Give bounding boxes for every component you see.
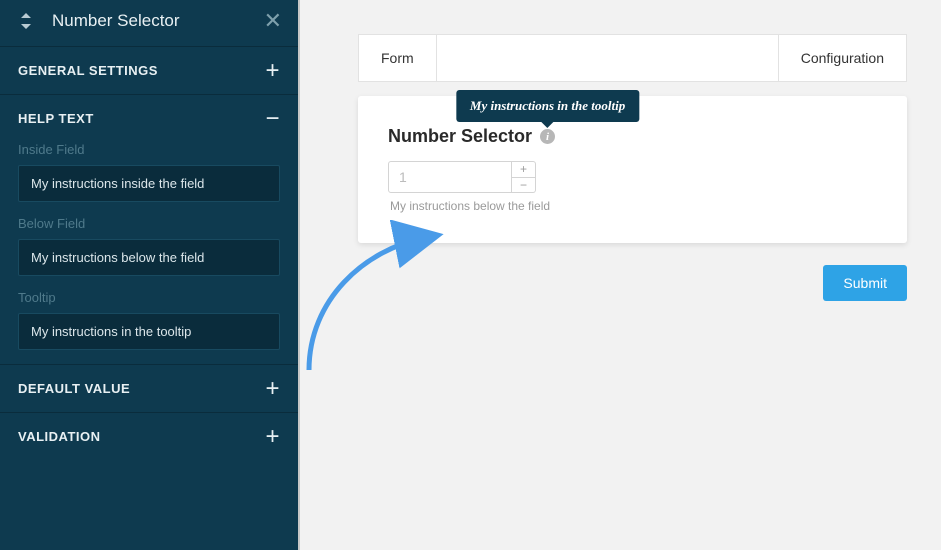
number-selector: + − [388,161,877,193]
minus-icon: − [265,113,280,125]
close-icon[interactable]: ✕ [264,10,282,32]
section-validation-label: VALIDATION [18,429,101,444]
tab-form[interactable]: Form [359,35,437,81]
section-general-header[interactable]: GENERAL SETTINGS + [0,47,298,94]
section-default-label: DEFAULT VALUE [18,381,130,396]
section-validation: VALIDATION + [0,412,298,460]
help-tooltip-input[interactable] [18,313,280,350]
sidebar-title: Number Selector [52,11,264,31]
help-inside-field-group: Inside Field [0,142,298,216]
help-inside-label: Inside Field [18,142,280,157]
plus-icon: + [265,383,280,395]
form-card: Number Selector i My instructions in the… [358,96,907,243]
section-help-label: HELP TEXT [18,111,94,126]
tooltip: My instructions in the tooltip [456,90,639,122]
section-help-header[interactable]: HELP TEXT − [0,95,298,142]
main-area: Form Configuration Number Selector i My … [300,0,941,550]
settings-sidebar: Number Selector ✕ GENERAL SETTINGS + HEL… [0,0,300,550]
help-below-input[interactable] [18,239,280,276]
help-inside-input[interactable] [18,165,280,202]
step-down-button[interactable]: − [512,178,535,193]
plus-icon: + [265,431,280,443]
section-general-label: GENERAL SETTINGS [18,63,158,78]
help-tooltip-label: Tooltip [18,290,280,305]
tab-spacer [437,35,779,81]
plus-icon: + [265,65,280,77]
section-help-text: HELP TEXT − Inside Field Below Field Too… [0,94,298,364]
field-title-row: Number Selector i My instructions in the… [388,126,877,147]
sort-icon[interactable] [16,11,36,31]
section-validation-header[interactable]: VALIDATION + [0,413,298,460]
tabbar: Form Configuration [358,34,907,82]
field-title: Number Selector [388,126,532,147]
info-icon[interactable]: i My instructions in the tooltip [540,129,555,144]
help-below-text: My instructions below the field [390,199,877,213]
submit-button[interactable]: Submit [823,265,907,301]
help-below-field-group: Below Field [0,216,298,290]
help-below-label: Below Field [18,216,280,231]
help-tooltip-group: Tooltip [0,290,298,364]
submit-row: Submit [358,265,907,301]
section-general: GENERAL SETTINGS + [0,46,298,94]
section-default-header[interactable]: DEFAULT VALUE + [0,365,298,412]
number-input[interactable] [388,161,512,193]
sidebar-header: Number Selector ✕ [0,0,298,46]
number-stepper: + − [512,161,536,193]
step-up-button[interactable]: + [512,162,535,178]
section-default-value: DEFAULT VALUE + [0,364,298,412]
tab-configuration[interactable]: Configuration [779,35,906,81]
